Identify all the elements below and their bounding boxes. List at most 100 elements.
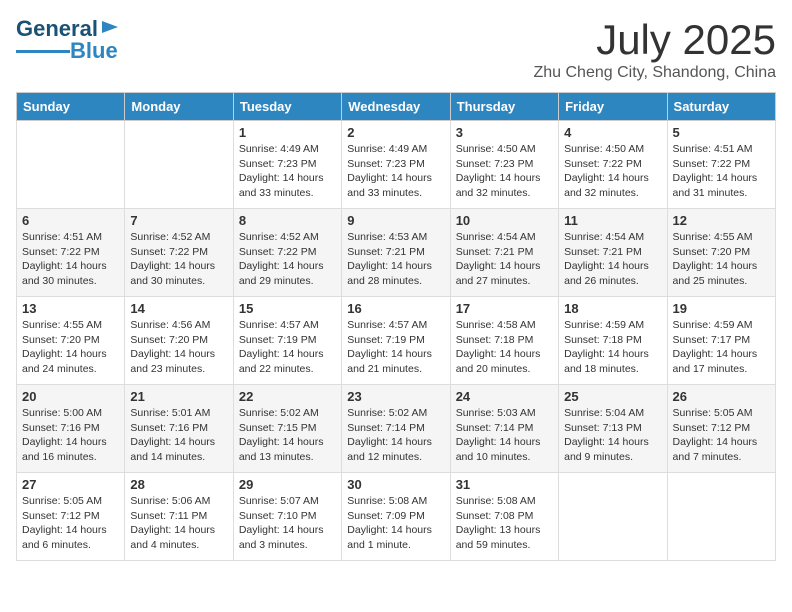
day-info: Sunrise: 5:02 AM Sunset: 7:15 PM Dayligh… bbox=[239, 406, 336, 465]
day-info: Sunrise: 5:02 AM Sunset: 7:14 PM Dayligh… bbox=[347, 406, 444, 465]
day-info: Sunrise: 5:07 AM Sunset: 7:10 PM Dayligh… bbox=[239, 494, 336, 553]
calendar-cell: 26Sunrise: 5:05 AM Sunset: 7:12 PM Dayli… bbox=[667, 385, 775, 473]
calendar-cell: 9 Sunrise: 4:53 AM Sunset: 7:21 PM Daylig… bbox=[342, 209, 450, 297]
day-info: Sunrise: 5:06 AM Sunset: 7:11 PM Dayligh… bbox=[130, 494, 227, 553]
calendar-cell: 28Sunrise: 5:06 AM Sunset: 7:11 PM Dayli… bbox=[125, 473, 233, 561]
calendar-cell bbox=[125, 121, 233, 209]
calendar-cell: 29 Sunrise: 5:07 AM Sunset: 7:10 PM Dayli… bbox=[233, 473, 341, 561]
day-number: 21 bbox=[130, 389, 227, 404]
calendar-cell: 18 Sunrise: 4:59 AM Sunset: 7:18 PM Dayli… bbox=[559, 297, 667, 385]
day-header-friday: Friday bbox=[559, 93, 667, 121]
day-info: Sunrise: 4:57 AM Sunset: 7:19 PM Dayligh… bbox=[239, 318, 336, 377]
calendar-cell: 14 Sunrise: 4:56 AM Sunset: 7:20 PM Dayli… bbox=[125, 297, 233, 385]
day-info: Sunrise: 4:59 AM Sunset: 7:17 PM Dayligh… bbox=[673, 318, 770, 377]
day-info: Sunrise: 5:03 AM Sunset: 7:14 PM Dayligh… bbox=[456, 406, 553, 465]
day-info: Sunrise: 4:49 AM Sunset: 7:23 PM Dayligh… bbox=[347, 142, 444, 201]
calendar-table: SundayMondayTuesdayWednesdayThursdayFrid… bbox=[16, 92, 776, 561]
calendar-cell: 21 Sunrise: 5:01 AM Sunset: 7:16 PM Dayli… bbox=[125, 385, 233, 473]
week-row-2: 6 Sunrise: 4:51 AM Sunset: 7:22 PM Daylig… bbox=[17, 209, 776, 297]
day-info: Sunrise: 5:05 AM Sunset: 7:12 PM Dayligh… bbox=[673, 406, 770, 465]
day-info: Sunrise: 4:51 AM Sunset: 7:22 PM Dayligh… bbox=[673, 142, 770, 201]
day-info: Sunrise: 4:50 AM Sunset: 7:22 PM Dayligh… bbox=[564, 142, 661, 201]
day-number: 4 bbox=[564, 125, 661, 140]
logo-blue: Blue bbox=[70, 38, 118, 64]
day-header-sunday: Sunday bbox=[17, 93, 125, 121]
day-info: Sunrise: 4:58 AM Sunset: 7:18 PM Dayligh… bbox=[456, 318, 553, 377]
calendar-cell: 23 Sunrise: 5:02 AM Sunset: 7:14 PM Dayli… bbox=[342, 385, 450, 473]
day-number: 12 bbox=[673, 213, 770, 228]
calendar-cell: 30Sunrise: 5:08 AM Sunset: 7:09 PM Dayli… bbox=[342, 473, 450, 561]
day-number: 5 bbox=[673, 125, 770, 140]
day-info: Sunrise: 4:54 AM Sunset: 7:21 PM Dayligh… bbox=[456, 230, 553, 289]
day-number: 16 bbox=[347, 301, 444, 316]
day-number: 1 bbox=[239, 125, 336, 140]
day-number: 13 bbox=[22, 301, 119, 316]
day-number: 31 bbox=[456, 477, 553, 492]
calendar-cell: 16 Sunrise: 4:57 AM Sunset: 7:19 PM Dayli… bbox=[342, 297, 450, 385]
day-number: 23 bbox=[347, 389, 444, 404]
day-info: Sunrise: 4:55 AM Sunset: 7:20 PM Dayligh… bbox=[22, 318, 119, 377]
day-info: Sunrise: 4:53 AM Sunset: 7:21 PM Dayligh… bbox=[347, 230, 444, 289]
day-info: Sunrise: 5:08 AM Sunset: 7:09 PM Dayligh… bbox=[347, 494, 444, 553]
day-info: Sunrise: 4:56 AM Sunset: 7:20 PM Dayligh… bbox=[130, 318, 227, 377]
week-row-1: 1 Sunrise: 4:49 AM Sunset: 7:23 PM Daylig… bbox=[17, 121, 776, 209]
day-info: Sunrise: 4:59 AM Sunset: 7:18 PM Dayligh… bbox=[564, 318, 661, 377]
calendar-cell: 31 Sunrise: 5:08 AM Sunset: 7:08 PM Dayli… bbox=[450, 473, 558, 561]
day-number: 9 bbox=[347, 213, 444, 228]
day-info: Sunrise: 5:01 AM Sunset: 7:16 PM Dayligh… bbox=[130, 406, 227, 465]
calendar-cell: 24 Sunrise: 5:03 AM Sunset: 7:14 PM Dayli… bbox=[450, 385, 558, 473]
week-row-4: 20 Sunrise: 5:00 AM Sunset: 7:16 PM Dayli… bbox=[17, 385, 776, 473]
day-info: Sunrise: 4:52 AM Sunset: 7:22 PM Dayligh… bbox=[130, 230, 227, 289]
calendar-cell: 5 Sunrise: 4:51 AM Sunset: 7:22 PM Daylig… bbox=[667, 121, 775, 209]
day-number: 7 bbox=[130, 213, 227, 228]
day-number: 29 bbox=[239, 477, 336, 492]
day-number: 18 bbox=[564, 301, 661, 316]
day-info: Sunrise: 5:00 AM Sunset: 7:16 PM Dayligh… bbox=[22, 406, 119, 465]
month-title: July 2025 bbox=[533, 16, 776, 64]
day-number: 6 bbox=[22, 213, 119, 228]
calendar-cell: 11 Sunrise: 4:54 AM Sunset: 7:21 PM Dayli… bbox=[559, 209, 667, 297]
calendar-cell: 7 Sunrise: 4:52 AM Sunset: 7:22 PM Daylig… bbox=[125, 209, 233, 297]
day-info: Sunrise: 4:57 AM Sunset: 7:19 PM Dayligh… bbox=[347, 318, 444, 377]
calendar-cell: 8Sunrise: 4:52 AM Sunset: 7:22 PM Daylig… bbox=[233, 209, 341, 297]
calendar-cell: 25Sunrise: 5:04 AM Sunset: 7:13 PM Dayli… bbox=[559, 385, 667, 473]
logo: General Blue bbox=[16, 16, 120, 64]
day-info: Sunrise: 5:08 AM Sunset: 7:08 PM Dayligh… bbox=[456, 494, 553, 553]
day-number: 2 bbox=[347, 125, 444, 140]
day-header-wednesday: Wednesday bbox=[342, 93, 450, 121]
day-number: 24 bbox=[456, 389, 553, 404]
calendar-cell: 27Sunrise: 5:05 AM Sunset: 7:12 PM Dayli… bbox=[17, 473, 125, 561]
calendar-cell: 12 Sunrise: 4:55 AM Sunset: 7:20 PM Dayli… bbox=[667, 209, 775, 297]
day-info: Sunrise: 4:55 AM Sunset: 7:20 PM Dayligh… bbox=[673, 230, 770, 289]
day-number: 11 bbox=[564, 213, 661, 228]
day-info: Sunrise: 4:51 AM Sunset: 7:22 PM Dayligh… bbox=[22, 230, 119, 289]
day-number: 27 bbox=[22, 477, 119, 492]
calendar-cell: 6 Sunrise: 4:51 AM Sunset: 7:22 PM Daylig… bbox=[17, 209, 125, 297]
calendar-cell: 10 Sunrise: 4:54 AM Sunset: 7:21 PM Dayli… bbox=[450, 209, 558, 297]
day-number: 20 bbox=[22, 389, 119, 404]
day-number: 14 bbox=[130, 301, 227, 316]
day-header-saturday: Saturday bbox=[667, 93, 775, 121]
day-info: Sunrise: 4:54 AM Sunset: 7:21 PM Dayligh… bbox=[564, 230, 661, 289]
day-info: Sunrise: 4:49 AM Sunset: 7:23 PM Dayligh… bbox=[239, 142, 336, 201]
day-number: 25 bbox=[564, 389, 661, 404]
calendar-cell bbox=[559, 473, 667, 561]
day-number: 17 bbox=[456, 301, 553, 316]
day-header-monday: Monday bbox=[125, 93, 233, 121]
calendar-cell: 15 Sunrise: 4:57 AM Sunset: 7:19 PM Dayli… bbox=[233, 297, 341, 385]
calendar-cell: 17 Sunrise: 4:58 AM Sunset: 7:18 PM Dayli… bbox=[450, 297, 558, 385]
calendar-cell: 3Sunrise: 4:50 AM Sunset: 7:23 PM Daylig… bbox=[450, 121, 558, 209]
page-header: General Blue July 2025 Zhu Cheng City, S… bbox=[16, 16, 776, 82]
calendar-cell: 22Sunrise: 5:02 AM Sunset: 7:15 PM Dayli… bbox=[233, 385, 341, 473]
calendar-cell: 13 Sunrise: 4:55 AM Sunset: 7:20 PM Dayli… bbox=[17, 297, 125, 385]
day-number: 15 bbox=[239, 301, 336, 316]
day-info: Sunrise: 4:50 AM Sunset: 7:23 PM Dayligh… bbox=[456, 142, 553, 201]
calendar-cell bbox=[17, 121, 125, 209]
day-info: Sunrise: 4:52 AM Sunset: 7:22 PM Dayligh… bbox=[239, 230, 336, 289]
location-title: Zhu Cheng City, Shandong, China bbox=[533, 64, 776, 82]
week-row-3: 13 Sunrise: 4:55 AM Sunset: 7:20 PM Dayli… bbox=[17, 297, 776, 385]
day-number: 10 bbox=[456, 213, 553, 228]
calendar-body: 1 Sunrise: 4:49 AM Sunset: 7:23 PM Daylig… bbox=[17, 121, 776, 561]
calendar-cell: 4 Sunrise: 4:50 AM Sunset: 7:22 PM Daylig… bbox=[559, 121, 667, 209]
day-number: 19 bbox=[673, 301, 770, 316]
